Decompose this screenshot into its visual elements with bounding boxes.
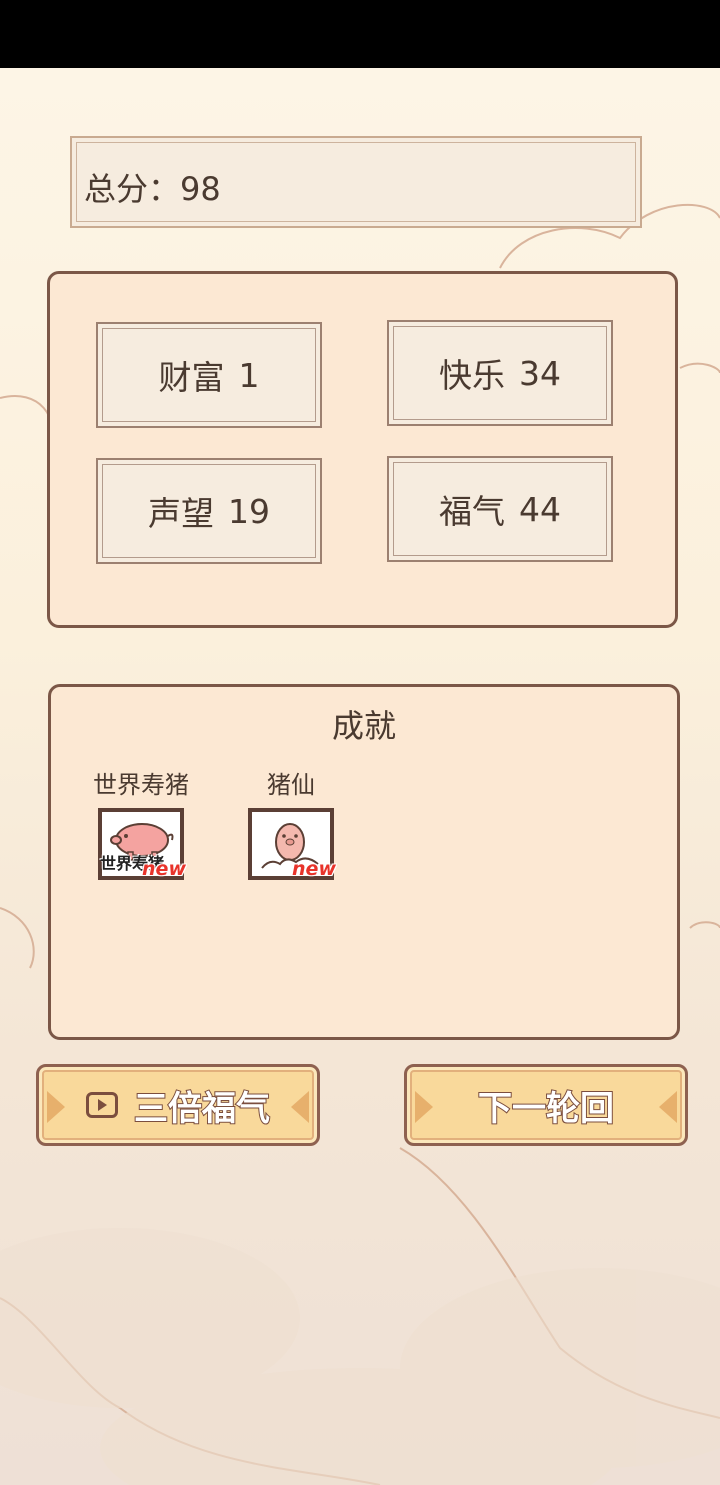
stat-label: 声望 [148,494,214,533]
status-bar [0,0,720,68]
stat-card-luck: 福气 44 [387,456,613,562]
stat-value: 1 [238,355,260,395]
triple-luck-button[interactable]: 三倍福气 [36,1064,320,1146]
stats-panel: 财富 1 快乐 34 声望 19 福气 44 [47,271,678,628]
stat-card-fame: 声望 19 [96,458,322,564]
pig-icon: 世界寿猪 new [98,808,186,880]
stat-label: 财富 [158,358,225,397]
stat-label: 快乐 [439,356,505,395]
triple-luck-label: 三倍福气 [133,1088,271,1130]
stat-value: 19 [228,491,270,531]
new-badge: new [292,858,336,880]
immortal-pig-icon: new [248,808,336,880]
new-badge: new [142,858,186,880]
achievement-item[interactable]: 世界寿猪 世界寿猪 new [81,765,201,880]
stat-value: 44 [519,489,561,529]
arrow-left-icon [415,1091,433,1123]
stat-label: 福气 [439,492,505,531]
next-cycle-button[interactable]: 下一轮回 [404,1064,688,1146]
achievements-title: 成就 [331,707,396,745]
arrow-right-icon [659,1091,677,1123]
stat-card-wealth: 财富 1 [96,322,322,428]
achievements-panel: 成就 世界寿猪 世界寿猪 new 猪仙 new [48,684,680,1040]
arrow-right-icon [291,1091,309,1123]
total-score-box: 总分：98 [70,136,642,228]
achievement-name: 世界寿猪 [93,771,189,799]
achievement-item[interactable]: 猪仙 new [231,765,351,880]
arrow-left-icon [47,1091,65,1123]
video-icon [86,1092,118,1118]
next-cycle-label: 下一轮回 [477,1088,615,1130]
total-score: 总分：98 [84,170,221,208]
achievement-name: 猪仙 [267,771,315,799]
stat-value: 34 [519,353,561,393]
stat-card-happiness: 快乐 34 [387,320,613,426]
